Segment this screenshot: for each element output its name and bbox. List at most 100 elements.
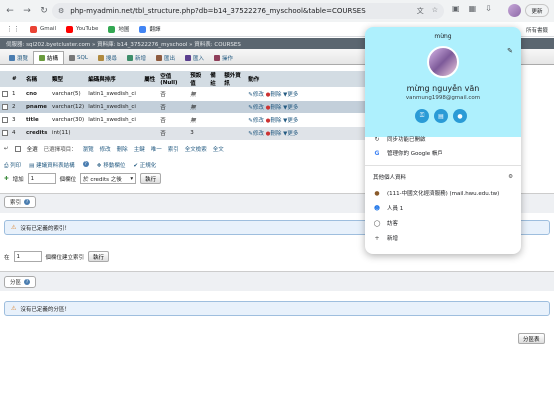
- add-columns-count-input[interactable]: 1: [27, 173, 56, 184]
- row-checkbox[interactable]: [2, 130, 8, 136]
- edit-pencil-icon[interactable]: ✎: [507, 47, 513, 55]
- col-header-action: 動作: [246, 71, 366, 88]
- tab-import[interactable]: 匯入: [180, 51, 209, 64]
- check-all-label[interactable]: 全選: [27, 145, 38, 153]
- add-profile-item[interactable]: + 新增: [373, 234, 398, 243]
- settings-gear-icon[interactable]: ⚙: [508, 174, 513, 180]
- payment-card-icon[interactable]: ▤: [434, 109, 448, 123]
- partitions-legend: 分區 ?: [4, 276, 37, 288]
- bulk-fulltext-button[interactable]: 全文: [213, 145, 224, 153]
- menu-divider: [365, 165, 521, 166]
- tab-search[interactable]: 搜尋: [93, 51, 122, 64]
- location-pin-icon[interactable]: ●: [453, 109, 467, 123]
- address-bar[interactable]: ⚙ php-myadmin.net/tbl_structure.php?db=b…: [52, 3, 444, 19]
- extension-icon[interactable]: ▣: [452, 4, 460, 13]
- download-icon[interactable]: ⇩: [485, 4, 492, 13]
- import-icon: [184, 54, 191, 61]
- profile-item-work[interactable]: ● (111-中國文化經濟服務) (mail.hwu.edu.tw): [373, 189, 499, 198]
- add-columns-go-button[interactable]: 執行: [140, 173, 162, 184]
- tab-sql[interactable]: SQL: [64, 51, 93, 64]
- translate-icon[interactable]: 文: [417, 6, 424, 16]
- extensions-puzzle-icon[interactable]: ▦: [469, 4, 477, 13]
- gmail-icon: [30, 25, 37, 33]
- help-icon[interactable]: ?: [24, 199, 31, 205]
- bulk-fulltext-search-button[interactable]: 全文檢索: [185, 145, 207, 153]
- bulk-browse-button[interactable]: 瀏覽: [83, 145, 94, 153]
- propose-icon: ▤: [29, 163, 35, 169]
- with-selected-label: 已選擇項目：: [43, 147, 77, 153]
- other-profiles-heading: 其他個人資料 ⚙: [373, 174, 513, 181]
- bookmark-star-icon[interactable]: ☆: [432, 6, 438, 16]
- back-icon[interactable]: ←: [3, 4, 17, 18]
- bookmark-youtube[interactable]: YouTube: [66, 25, 98, 33]
- profile-item-person1[interactable]: ☻ 人員 1: [373, 204, 403, 213]
- col-header-default: 預設值: [188, 71, 209, 88]
- row-checkbox[interactable]: [2, 90, 8, 97]
- row-checkbox[interactable]: [2, 103, 8, 110]
- chevron-down-icon: ▾: [130, 175, 134, 182]
- delete-link[interactable]: 刪除: [270, 105, 281, 111]
- edit-link[interactable]: 修改: [253, 131, 264, 137]
- create-index-count-input[interactable]: 1: [13, 251, 42, 262]
- tab-export[interactable]: 匯出: [151, 51, 180, 64]
- operations-icon: [213, 54, 220, 61]
- tab-insert[interactable]: 新增: [122, 51, 151, 64]
- bookmark-gmail[interactable]: Gmail: [30, 25, 56, 33]
- youtube-icon: [66, 25, 74, 33]
- help-icon[interactable]: ?: [82, 161, 89, 167]
- col-header-name[interactable]: 名稱: [24, 71, 50, 88]
- profile-avatar-button[interactable]: [508, 4, 521, 17]
- delete-link[interactable]: 刪除: [270, 118, 281, 124]
- help-icon[interactable]: ?: [24, 279, 31, 285]
- maps-icon: [108, 25, 116, 33]
- delete-link[interactable]: 刪除: [270, 92, 281, 98]
- partitions-section-bar: [0, 271, 554, 291]
- print-link[interactable]: ⎙ 列印: [4, 161, 21, 170]
- password-key-icon[interactable]: ⚿: [415, 109, 429, 123]
- more-link[interactable]: 更多: [287, 118, 298, 124]
- row-checkbox[interactable]: [2, 116, 8, 123]
- bulk-drop-button[interactable]: 刪除: [117, 145, 128, 153]
- bulk-index-button[interactable]: 索引: [168, 145, 179, 153]
- delete-link[interactable]: 刪除: [270, 131, 281, 137]
- bulk-change-button[interactable]: 修改: [100, 145, 111, 153]
- bulk-primary-button[interactable]: 主鍵: [134, 145, 145, 153]
- create-index-go-button[interactable]: 執行: [88, 251, 110, 262]
- create-index-suffix: 個欄位建立索引: [45, 254, 85, 261]
- warning-icon: ⚠: [11, 305, 17, 312]
- update-button[interactable]: 更新: [525, 4, 549, 17]
- add-columns-prefix: 增加: [12, 176, 24, 183]
- more-link[interactable]: 更多: [287, 105, 298, 111]
- all-bookmarks-link[interactable]: 所有書籤: [526, 26, 548, 34]
- print-icon: ⎙: [4, 163, 9, 169]
- edit-link[interactable]: 修改: [253, 92, 264, 98]
- tools-row: ⎙ 列印 ▤ 建議資料表結構 ? ❖ 移動欄位 ✔ 正規化: [4, 161, 156, 170]
- bookmark-translate[interactable]: 翻譯: [139, 25, 160, 33]
- check-all-checkbox[interactable]: [14, 146, 21, 152]
- sync-on-item[interactable]: ↻ 同步功能已開啟: [373, 135, 425, 144]
- guest-item[interactable]: ◯ 訪客: [373, 219, 398, 228]
- normalize-link[interactable]: ✔ 正規化: [133, 161, 156, 170]
- edit-link[interactable]: 修改: [253, 118, 264, 124]
- bulk-unique-button[interactable]: 唯一: [151, 145, 162, 153]
- add-columns-position-select[interactable]: 於 credits 之後 ▾: [80, 173, 137, 184]
- bookmark-maps[interactable]: 地圖: [108, 25, 129, 33]
- export-icon: [155, 54, 162, 61]
- site-info-icon[interactable]: ⚙: [58, 7, 64, 15]
- structure-table: # 名稱 類型 編碼與排序 屬性 空值(Null) 預設值 備註 額外資訊 動作…: [0, 71, 366, 140]
- arrow-up-icon: ↵: [4, 146, 9, 152]
- edit-link[interactable]: 修改: [253, 105, 264, 111]
- more-link[interactable]: 更多: [287, 92, 298, 98]
- apps-grid-icon[interactable]: ⋮⋮: [6, 25, 20, 33]
- forward-icon[interactable]: →: [20, 4, 34, 18]
- more-link[interactable]: 更多: [287, 131, 298, 137]
- manage-account-item[interactable]: G 管理你的 Google 帳戶: [373, 149, 443, 158]
- reload-icon[interactable]: ↻: [37, 4, 51, 18]
- move-columns-link[interactable]: ❖ 移動欄位: [97, 161, 126, 170]
- table-row: 2 pname varchar(12) latin1_swedish_ci 否 …: [0, 100, 366, 114]
- tab-browse[interactable]: 瀏覽: [4, 51, 33, 64]
- propose-structure-link[interactable]: ▤ 建議資料表結構: [29, 161, 74, 170]
- partition-table-button[interactable]: 分區表: [518, 333, 545, 344]
- tab-structure[interactable]: 結構: [33, 51, 65, 64]
- tab-operations[interactable]: 操作: [209, 51, 238, 64]
